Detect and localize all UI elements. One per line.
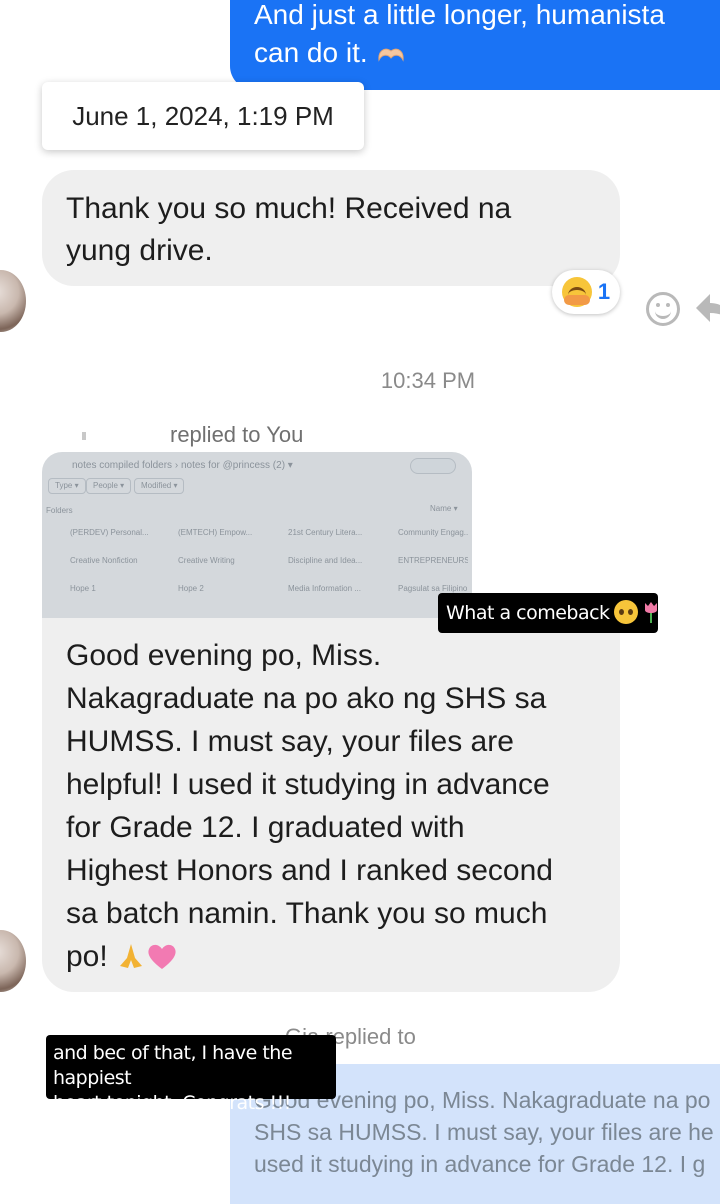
received-message-bubble[interactable]: Good evening po, Miss. Nakagraduate na p…: [42, 618, 620, 992]
message-line: can do it.: [254, 34, 720, 72]
message-line: Good evening po, Miss.: [66, 639, 382, 672]
folder-item: Creative Writing: [178, 556, 235, 565]
add-reaction-icon[interactable]: [646, 292, 680, 326]
message-line: yung drive.: [66, 234, 213, 267]
tulip-icon: [644, 602, 657, 623]
filter-chip: Type ▾: [48, 478, 86, 494]
pink-heart-icon: [148, 944, 176, 969]
quote-line: used it studying in advance for Grade 12…: [254, 1151, 706, 1177]
view-toggle-icon: [410, 458, 456, 474]
message-timestamp: 10:34 PM: [380, 368, 476, 393]
screenshot-section-label: Folders: [46, 506, 73, 515]
folder-item: (EMTECH) Empow...: [178, 528, 253, 537]
message-line: And just a little longer, humanista: [254, 0, 665, 30]
sticker-text: and bec of that, I have the happiest: [53, 1042, 293, 1089]
screenshot-sort-label: Name ▾: [430, 504, 458, 513]
message-line: helpful! I used it studying in advance: [66, 768, 550, 801]
folder-item: Community Engag...: [398, 528, 468, 537]
contact-avatar[interactable]: [0, 930, 26, 992]
sticker-text: What a comeback: [446, 602, 610, 624]
sent-message-bubble[interactable]: And just a little longer, humanista can …: [230, 0, 720, 90]
hugging-face-icon: [561, 277, 592, 307]
folder-item: Hope 2: [178, 584, 204, 593]
folder-item: Creative Nonfiction: [70, 556, 138, 565]
attached-screenshot-image[interactable]: notes compiled folders › notes for @prin…: [42, 452, 472, 622]
screenshot-breadcrumb: notes compiled folders › notes for @prin…: [72, 460, 293, 471]
folder-item: 21st Century Litera...: [288, 528, 363, 537]
folder-item: ENTREPRENEURSHI...: [398, 556, 468, 565]
contact-avatar[interactable]: [0, 270, 26, 332]
folder-item: Media Information ...: [288, 584, 361, 593]
reply-arrow-icon[interactable]: [692, 290, 720, 326]
pleading-face-icon: [613, 600, 638, 624]
story-text-sticker: What a comeback: [438, 593, 658, 633]
redacted-name: [82, 432, 86, 440]
message-line: HUMSS. I must say, your files are: [66, 725, 514, 758]
filter-chip: People ▾: [86, 478, 132, 494]
sticker-text: heart tonight. Congrats !!!: [53, 1092, 291, 1114]
message-line: Highest Honors and I ranked second: [66, 854, 553, 887]
reply-header-text: replied to You: [170, 422, 304, 447]
message-line: po!: [66, 935, 596, 978]
quote-line: SHS sa HUMSS. I must say, your files are…: [254, 1119, 714, 1145]
heart-hands-icon: [378, 48, 404, 62]
folder-item: (PERDEV) Personal...: [70, 528, 149, 537]
folder-item: Discipline and Idea...: [288, 556, 363, 565]
folder-item: Hope 1: [70, 584, 96, 593]
filter-chip: Modified ▾: [134, 478, 185, 494]
reaction-badge[interactable]: 1: [552, 270, 620, 314]
message-line: Nakagraduate na po ako ng SHS sa: [66, 682, 547, 715]
date-separator-card: June 1, 2024, 1:19 PM: [42, 82, 364, 150]
folded-hands-icon: [120, 944, 143, 968]
story-text-sticker: and bec of that, I have the happiest hea…: [46, 1035, 336, 1114]
message-line: Thank you so much! Received na: [66, 192, 512, 225]
reaction-count: 1: [597, 279, 611, 304]
message-line: sa batch namin. Thank you so much: [66, 897, 548, 930]
reply-header: replied to You: [170, 422, 303, 448]
message-line: for Grade 12. I graduated with: [66, 811, 465, 844]
received-message-bubble[interactable]: Thank you so much! Received na yung driv…: [42, 170, 620, 286]
